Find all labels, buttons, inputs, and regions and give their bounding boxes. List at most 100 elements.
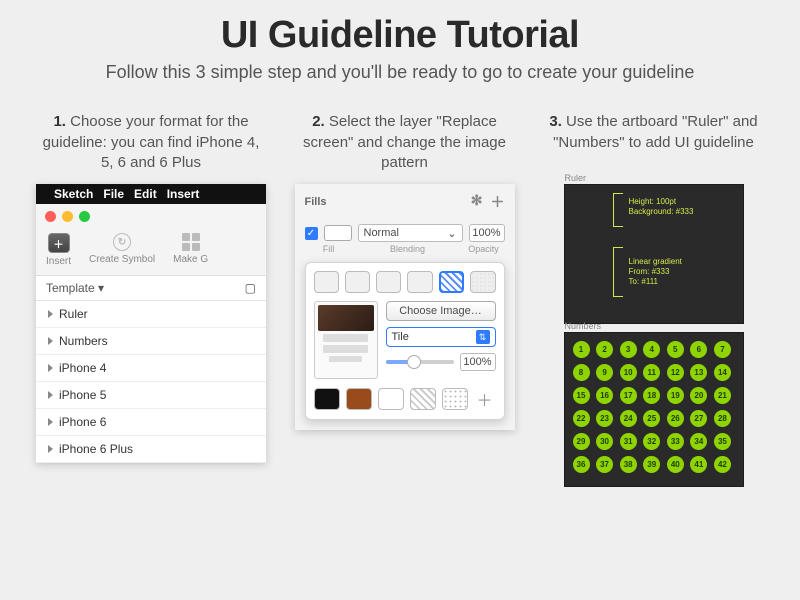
insert-button[interactable]: ＋Insert [46, 233, 71, 267]
number-dot[interactable]: 6 [690, 341, 707, 358]
blend-mode-select[interactable]: Normal⌄ [358, 224, 463, 242]
number-dot[interactable]: 28 [714, 410, 731, 427]
number-dot[interactable]: 5 [667, 341, 684, 358]
page-subtitle: Follow this 3 simple step and you'll be … [40, 61, 760, 84]
ruler-artboard[interactable]: Ruler Height: 100ptBackground: #333 Line… [564, 184, 744, 324]
number-dot[interactable]: 3 [620, 341, 637, 358]
number-dot[interactable]: 2 [596, 341, 613, 358]
list-item[interactable]: iPhone 6 Plus [36, 436, 266, 463]
fill-angular-button[interactable] [407, 271, 432, 293]
number-dot[interactable]: 7 [714, 341, 731, 358]
menu-insert[interactable]: Insert [167, 187, 200, 201]
template-dropdown[interactable]: Template ▾ ▢ [36, 276, 266, 301]
tile-mode-select[interactable]: Tile⇅ [386, 327, 496, 347]
bracket-icon [613, 247, 623, 297]
opacity-field[interactable]: 100% [469, 224, 505, 242]
artboard-label: Ruler [565, 173, 587, 183]
number-dot[interactable]: 1 [573, 341, 590, 358]
number-dot[interactable]: 34 [690, 433, 707, 450]
swatch-preset[interactable] [378, 388, 404, 410]
number-dot[interactable]: 19 [667, 387, 684, 404]
menubar[interactable]: Sketch File Edit Insert [36, 184, 266, 204]
list-item[interactable]: iPhone 5 [36, 382, 266, 409]
number-dot[interactable]: 23 [596, 410, 613, 427]
list-item[interactable]: Numbers [36, 328, 266, 355]
number-dot[interactable]: 38 [620, 456, 637, 473]
swatch-preset[interactable] [410, 388, 436, 410]
step-2-caption: 2. Select the layer "Replace screen" and… [294, 112, 515, 184]
plus-icon[interactable]: ＋ [491, 192, 505, 212]
hero: UI Guideline Tutorial Follow this 3 simp… [0, 0, 800, 90]
pattern-thumbnail[interactable] [314, 301, 378, 379]
fill-swatch[interactable] [324, 225, 352, 241]
list-item[interactable]: iPhone 6 [36, 409, 266, 436]
list-item[interactable]: Ruler [36, 301, 266, 328]
list-item[interactable]: iPhone 4 [36, 355, 266, 382]
menu-file[interactable]: File [103, 187, 124, 201]
fill-radial-button[interactable] [376, 271, 401, 293]
step-3: 3. Use the artboard "Ruler" and "Numbers… [543, 112, 764, 487]
number-dot[interactable]: 39 [643, 456, 660, 473]
number-dot[interactable]: 21 [714, 387, 731, 404]
add-swatch-button[interactable]: ＋ [474, 387, 496, 411]
fill-checkbox[interactable]: ✓ [305, 227, 318, 240]
number-dot[interactable]: 11 [643, 364, 660, 381]
number-dot[interactable]: 32 [643, 433, 660, 450]
fill-flat-button[interactable] [314, 271, 339, 293]
number-dot[interactable]: 15 [573, 387, 590, 404]
number-dot[interactable]: 9 [596, 364, 613, 381]
artboard-label: Numbers [565, 321, 602, 331]
swatch-preset[interactable] [346, 388, 372, 410]
number-dot[interactable]: 24 [620, 410, 637, 427]
swatch-preset[interactable] [314, 388, 340, 410]
fill-pattern-button[interactable] [439, 271, 464, 293]
number-dot[interactable]: 41 [690, 456, 707, 473]
window-controls [36, 204, 266, 229]
number-dot[interactable]: 35 [714, 433, 731, 450]
fill-linear-button[interactable] [345, 271, 370, 293]
close-icon[interactable] [45, 211, 56, 222]
scale-slider[interactable] [386, 360, 454, 364]
swatch-preset[interactable] [442, 388, 468, 410]
number-dot[interactable]: 16 [596, 387, 613, 404]
number-dot[interactable]: 37 [596, 456, 613, 473]
number-dot[interactable]: 14 [714, 364, 731, 381]
numbers-artboard[interactable]: Numbers 12345678910111213141516171819202… [564, 332, 744, 487]
scale-field[interactable]: 100% [460, 353, 496, 371]
number-dot[interactable]: 18 [643, 387, 660, 404]
spec-text: Linear gradientFrom: #333To: #111 [629, 257, 682, 286]
number-dot[interactable]: 26 [667, 410, 684, 427]
number-dot[interactable]: 31 [620, 433, 637, 450]
number-dot[interactable]: 8 [573, 364, 590, 381]
menu-edit[interactable]: Edit [134, 187, 157, 201]
choose-image-button[interactable]: Choose Image… [386, 301, 496, 321]
number-dot[interactable]: 42 [714, 456, 731, 473]
tutorial-columns: 1. Choose your format for the guideline:… [0, 90, 800, 487]
number-dot[interactable]: 33 [667, 433, 684, 450]
number-dot[interactable]: 27 [690, 410, 707, 427]
menu-app[interactable]: Sketch [54, 187, 93, 201]
number-dot[interactable]: 13 [690, 364, 707, 381]
number-dot[interactable]: 22 [573, 410, 590, 427]
number-dot[interactable]: 4 [643, 341, 660, 358]
make-grid-button[interactable]: Make G [173, 233, 208, 265]
number-dot[interactable]: 17 [620, 387, 637, 404]
fill-type-tabs [314, 271, 496, 293]
sketch-window: Sketch File Edit Insert ＋Insert ↻Create … [36, 184, 266, 463]
number-dot[interactable]: 40 [667, 456, 684, 473]
number-dot[interactable]: 10 [620, 364, 637, 381]
number-dot[interactable]: 30 [596, 433, 613, 450]
spec-text: Height: 100ptBackground: #333 [629, 197, 694, 216]
fill-noise-button[interactable] [470, 271, 495, 293]
zoom-icon[interactable] [79, 211, 90, 222]
number-dot[interactable]: 25 [643, 410, 660, 427]
number-dot[interactable]: 29 [573, 433, 590, 450]
chevron-right-icon [48, 391, 53, 399]
number-dot[interactable]: 36 [573, 456, 590, 473]
gear-icon[interactable]: ✻ [471, 192, 483, 212]
panel-collapse-icon[interactable]: ▢ [245, 281, 256, 295]
number-dot[interactable]: 20 [690, 387, 707, 404]
number-dot[interactable]: 12 [667, 364, 684, 381]
create-symbol-button[interactable]: ↻Create Symbol [89, 233, 155, 265]
minimize-icon[interactable] [62, 211, 73, 222]
